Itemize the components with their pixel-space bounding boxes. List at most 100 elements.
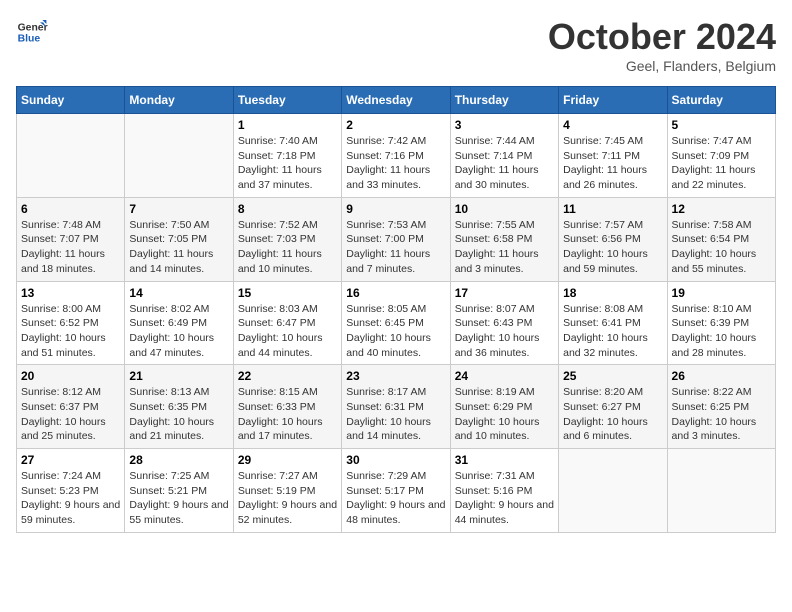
day-header-sunday: Sunday bbox=[17, 87, 125, 114]
day-info: Sunrise: 7:44 AMSunset: 7:14 PMDaylight:… bbox=[455, 134, 554, 193]
calendar-day: 4 Sunrise: 7:45 AMSunset: 7:11 PMDaylight… bbox=[559, 114, 667, 198]
day-number: 18 bbox=[563, 286, 662, 300]
day-info: Sunrise: 7:48 AMSunset: 7:07 PMDaylight:… bbox=[21, 218, 120, 277]
day-number: 17 bbox=[455, 286, 554, 300]
calendar-day: 28Sunrise: 7:25 AMSunset: 5:21 PMDayligh… bbox=[125, 449, 233, 533]
day-info: Sunrise: 7:55 AMSunset: 6:58 PMDaylight:… bbox=[455, 218, 554, 277]
title-block: October 2024 Geel, Flanders, Belgium bbox=[548, 16, 776, 74]
svg-text:Blue: Blue bbox=[18, 34, 41, 45]
day-number: 22 bbox=[238, 369, 337, 383]
day-number: 20 bbox=[21, 369, 120, 383]
day-number: 25 bbox=[563, 369, 662, 383]
day-number: 16 bbox=[346, 286, 445, 300]
calendar-day bbox=[559, 449, 667, 533]
calendar-week-5: 27 Sunrise: 7:24 AMSunset: 5:23 PMDayligh… bbox=[17, 449, 776, 533]
day-info: Sunrise: 7:31 AMSunset: 5:16 PMDaylight:… bbox=[455, 469, 554, 528]
calendar-day: 18 Sunrise: 8:08 AMSunset: 6:41 PMDayligh… bbox=[559, 281, 667, 365]
day-number: 30 bbox=[346, 453, 445, 467]
day-info: Sunrise: 8:02 AMSunset: 6:49 PMDaylight:… bbox=[129, 302, 228, 361]
calendar-day: 14 Sunrise: 8:02 AMSunset: 6:49 PMDayligh… bbox=[125, 281, 233, 365]
calendar-day: 27 Sunrise: 7:24 AMSunset: 5:23 PMDayligh… bbox=[17, 449, 125, 533]
header-row: SundayMondayTuesdayWednesdayThursdayFrid… bbox=[17, 87, 776, 114]
calendar-week-1: 1Sunrise: 7:40 AMSunset: 7:18 PMDaylight… bbox=[17, 114, 776, 198]
calendar-day: 9Sunrise: 7:53 AMSunset: 7:00 PMDaylight… bbox=[342, 197, 450, 281]
day-info: Sunrise: 7:52 AMSunset: 7:03 PMDaylight:… bbox=[238, 218, 337, 277]
calendar-week-4: 20 Sunrise: 8:12 AMSunset: 6:37 PMDayligh… bbox=[17, 365, 776, 449]
day-header-thursday: Thursday bbox=[450, 87, 558, 114]
calendar-day: 12Sunrise: 7:58 AMSunset: 6:54 PMDayligh… bbox=[667, 197, 775, 281]
day-number: 10 bbox=[455, 202, 554, 216]
logo: General Blue bbox=[16, 16, 48, 48]
calendar-day: 24 Sunrise: 8:19 AMSunset: 6:29 PMDayligh… bbox=[450, 365, 558, 449]
day-header-monday: Monday bbox=[125, 87, 233, 114]
day-info: Sunrise: 8:17 AMSunset: 6:31 PMDaylight:… bbox=[346, 385, 445, 444]
page-header: General Blue October 2024 Geel, Flanders… bbox=[16, 16, 776, 74]
day-info: Sunrise: 8:08 AMSunset: 6:41 PMDaylight:… bbox=[563, 302, 662, 361]
calendar-day: 7 Sunrise: 7:50 AMSunset: 7:05 PMDaylight… bbox=[125, 197, 233, 281]
day-number: 2 bbox=[346, 118, 445, 132]
calendar-day: 1Sunrise: 7:40 AMSunset: 7:18 PMDaylight… bbox=[233, 114, 341, 198]
day-number: 11 bbox=[563, 202, 662, 216]
day-info: Sunrise: 7:24 AMSunset: 5:23 PMDaylight:… bbox=[21, 469, 120, 528]
calendar-day bbox=[667, 449, 775, 533]
calendar-table: SundayMondayTuesdayWednesdayThursdayFrid… bbox=[16, 86, 776, 533]
day-number: 14 bbox=[129, 286, 228, 300]
calendar-week-2: 6 Sunrise: 7:48 AMSunset: 7:07 PMDaylight… bbox=[17, 197, 776, 281]
calendar-day: 2Sunrise: 7:42 AMSunset: 7:16 PMDaylight… bbox=[342, 114, 450, 198]
day-header-wednesday: Wednesday bbox=[342, 87, 450, 114]
location: Geel, Flanders, Belgium bbox=[548, 58, 776, 74]
day-number: 23 bbox=[346, 369, 445, 383]
day-number: 7 bbox=[129, 202, 228, 216]
calendar-day: 16 Sunrise: 8:05 AMSunset: 6:45 PMDayligh… bbox=[342, 281, 450, 365]
day-info: Sunrise: 7:57 AMSunset: 6:56 PMDaylight:… bbox=[563, 218, 662, 277]
day-info: Sunrise: 7:58 AMSunset: 6:54 PMDaylight:… bbox=[672, 218, 771, 277]
day-number: 26 bbox=[672, 369, 771, 383]
day-header-friday: Friday bbox=[559, 87, 667, 114]
day-number: 9 bbox=[346, 202, 445, 216]
calendar-day: 3Sunrise: 7:44 AMSunset: 7:14 PMDaylight… bbox=[450, 114, 558, 198]
day-number: 4 bbox=[563, 118, 662, 132]
calendar-day: 10 Sunrise: 7:55 AMSunset: 6:58 PMDayligh… bbox=[450, 197, 558, 281]
calendar-day: 22Sunrise: 8:15 AMSunset: 6:33 PMDayligh… bbox=[233, 365, 341, 449]
calendar-day: 17 Sunrise: 8:07 AMSunset: 6:43 PMDayligh… bbox=[450, 281, 558, 365]
day-number: 21 bbox=[129, 369, 228, 383]
calendar-day: 13 Sunrise: 8:00 AMSunset: 6:52 PMDayligh… bbox=[17, 281, 125, 365]
day-number: 5 bbox=[672, 118, 771, 132]
day-info: Sunrise: 8:05 AMSunset: 6:45 PMDaylight:… bbox=[346, 302, 445, 361]
day-number: 19 bbox=[672, 286, 771, 300]
day-number: 15 bbox=[238, 286, 337, 300]
calendar-week-3: 13 Sunrise: 8:00 AMSunset: 6:52 PMDayligh… bbox=[17, 281, 776, 365]
month-title: October 2024 bbox=[548, 16, 776, 58]
day-info: Sunrise: 7:47 AMSunset: 7:09 PMDaylight:… bbox=[672, 134, 771, 193]
day-info: Sunrise: 8:00 AMSunset: 6:52 PMDaylight:… bbox=[21, 302, 120, 361]
day-number: 13 bbox=[21, 286, 120, 300]
day-info: Sunrise: 8:13 AMSunset: 6:35 PMDaylight:… bbox=[129, 385, 228, 444]
day-header-tuesday: Tuesday bbox=[233, 87, 341, 114]
day-number: 28 bbox=[129, 453, 228, 467]
day-info: Sunrise: 7:45 AMSunset: 7:11 PMDaylight:… bbox=[563, 134, 662, 193]
day-number: 6 bbox=[21, 202, 120, 216]
day-number: 29 bbox=[238, 453, 337, 467]
day-number: 1 bbox=[238, 118, 337, 132]
day-info: Sunrise: 8:12 AMSunset: 6:37 PMDaylight:… bbox=[21, 385, 120, 444]
calendar-day: 31 Sunrise: 7:31 AMSunset: 5:16 PMDayligh… bbox=[450, 449, 558, 533]
calendar-day: 25Sunrise: 8:20 AMSunset: 6:27 PMDayligh… bbox=[559, 365, 667, 449]
day-number: 24 bbox=[455, 369, 554, 383]
calendar-day: 8Sunrise: 7:52 AMSunset: 7:03 PMDaylight… bbox=[233, 197, 341, 281]
calendar-day: 30 Sunrise: 7:29 AMSunset: 5:17 PMDayligh… bbox=[342, 449, 450, 533]
calendar-day: 20 Sunrise: 8:12 AMSunset: 6:37 PMDayligh… bbox=[17, 365, 125, 449]
day-info: Sunrise: 8:03 AMSunset: 6:47 PMDaylight:… bbox=[238, 302, 337, 361]
calendar-day: 6 Sunrise: 7:48 AMSunset: 7:07 PMDaylight… bbox=[17, 197, 125, 281]
day-info: Sunrise: 8:07 AMSunset: 6:43 PMDaylight:… bbox=[455, 302, 554, 361]
logo-icon: General Blue bbox=[16, 16, 48, 48]
day-header-saturday: Saturday bbox=[667, 87, 775, 114]
day-info: Sunrise: 8:10 AMSunset: 6:39 PMDaylight:… bbox=[672, 302, 771, 361]
calendar-day: 21 Sunrise: 8:13 AMSunset: 6:35 PMDayligh… bbox=[125, 365, 233, 449]
day-info: Sunrise: 8:22 AMSunset: 6:25 PMDaylight:… bbox=[672, 385, 771, 444]
day-info: Sunrise: 7:50 AMSunset: 7:05 PMDaylight:… bbox=[129, 218, 228, 277]
day-info: Sunrise: 7:29 AMSunset: 5:17 PMDaylight:… bbox=[346, 469, 445, 528]
calendar-body: 1Sunrise: 7:40 AMSunset: 7:18 PMDaylight… bbox=[17, 114, 776, 533]
day-info: Sunrise: 8:19 AMSunset: 6:29 PMDaylight:… bbox=[455, 385, 554, 444]
day-number: 27 bbox=[21, 453, 120, 467]
day-number: 31 bbox=[455, 453, 554, 467]
